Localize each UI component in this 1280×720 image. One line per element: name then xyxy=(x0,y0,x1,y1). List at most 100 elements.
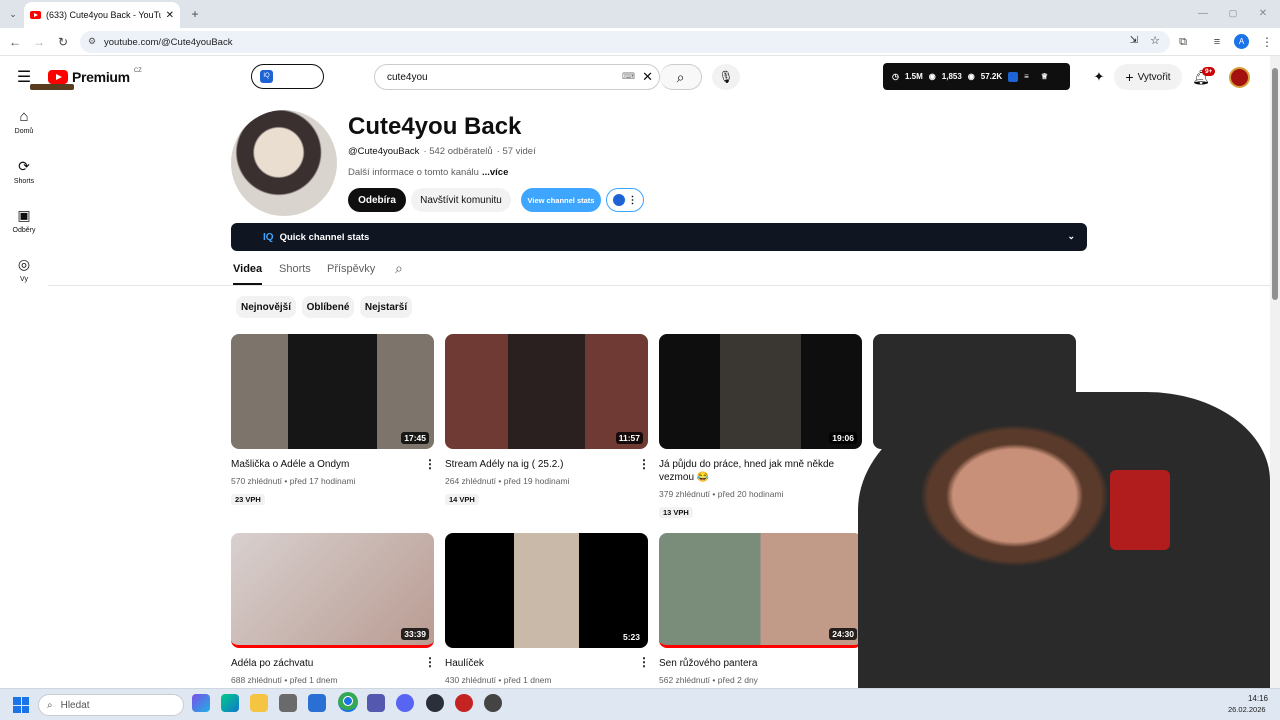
video-title[interactable]: Haulíček xyxy=(445,657,630,670)
filter-newest-chip[interactable]: Nejnovější xyxy=(236,296,296,318)
vidiq-stats-pill[interactable]: ◷ 1.5M ◉ 1,853 ◉ 57.2K ≡ ♕ xyxy=(883,63,1070,90)
address-bar[interactable]: ⚙ youtube.com/@Cute4youBack ⇲ ☆ xyxy=(80,31,1170,53)
stats-other: 57.2K xyxy=(980,72,1003,81)
vidiq-channel-menu-button[interactable]: ⋮ xyxy=(606,188,644,212)
video-card[interactable]: 11:57 Stream Adély na ig ( 25.2.) 264 zh… xyxy=(445,334,648,507)
browser-tab-active[interactable]: (633) Cute4you Back - YouTube ✕ xyxy=(24,2,180,28)
search-input[interactable]: cute4you ⌨ ✕ xyxy=(374,64,660,90)
store-icon[interactable] xyxy=(279,694,297,712)
vph-badge: 13 VPH xyxy=(659,507,693,518)
quick-channel-stats-bar[interactable]: IQ Quick channel stats ⌄ xyxy=(231,223,1087,251)
tab-posts[interactable]: Příspěvky xyxy=(327,263,375,275)
site-info-icon[interactable]: ⚙ xyxy=(88,36,96,47)
steam-icon[interactable] xyxy=(484,694,502,712)
video-menu-icon[interactable]: ⋮ xyxy=(424,655,436,669)
reload-icon[interactable]: ↻ xyxy=(56,35,70,49)
expand-chevron-icon[interactable]: ⌄ xyxy=(1067,231,1075,242)
windows-start-icon[interactable] xyxy=(13,697,29,713)
clock-icon: ◷ xyxy=(892,72,899,81)
sidebar-item-shorts[interactable]: ⟳ Shorts xyxy=(0,158,48,185)
video-title[interactable]: Já půjdu do práce, hned jak mně někde ve… xyxy=(659,458,844,484)
video-title[interactable]: Mašlička o Adéle a Ondym xyxy=(231,458,416,471)
maximize-icon[interactable]: ▢ xyxy=(1226,6,1240,20)
video-title[interactable]: Sen růžového pantera xyxy=(659,657,844,670)
app-red-icon[interactable] xyxy=(455,694,473,712)
new-tab-plus-icon[interactable]: + xyxy=(188,7,202,21)
voice-search-mic-icon[interactable]: 🎙 xyxy=(712,64,740,90)
tab-close-icon[interactable]: ✕ xyxy=(166,10,174,21)
tab-list-chevron-icon[interactable]: ⌄ xyxy=(6,7,20,21)
channel-video-count: · 57 videí xyxy=(496,146,536,157)
more-link[interactable]: ...více xyxy=(482,167,508,178)
copilot-icon[interactable] xyxy=(192,694,210,712)
youtube-logo[interactable]: Premium CZ xyxy=(48,68,142,85)
teams-icon[interactable] xyxy=(367,694,385,712)
chrome-browser-icon[interactable] xyxy=(338,692,358,712)
video-menu-icon[interactable]: ⋮ xyxy=(638,655,650,669)
sidebar-item-home[interactable]: ⌂ Domů xyxy=(0,108,48,135)
tab-shorts[interactable]: Shorts xyxy=(279,263,311,275)
channel-about-link[interactable]: Další informace o tomto kanálu ...více xyxy=(348,167,508,178)
back-arrow-icon[interactable]: ← xyxy=(8,35,22,49)
edge-browser-icon[interactable] xyxy=(221,694,239,712)
taskbar-clock[interactable]: 14:16 xyxy=(1240,694,1268,703)
search-button[interactable]: ⌕ xyxy=(660,64,702,90)
video-title[interactable]: Stream Adély na ig ( 25.2.) xyxy=(445,458,630,471)
create-button[interactable]: + Vytvořit xyxy=(1114,64,1182,90)
logo-region: CZ xyxy=(133,68,142,74)
video-age: před 17 hodinami xyxy=(289,476,356,486)
gemini-sparkle-icon[interactable]: ✦ xyxy=(1090,68,1108,86)
outlook-icon[interactable] xyxy=(308,694,326,712)
video-menu-icon[interactable]: ⋮ xyxy=(638,457,650,471)
profile-avatar[interactable]: A xyxy=(1234,34,1249,49)
video-card[interactable]: 33:39 Adéla po záchvatu 688 zhlédnutí • … xyxy=(231,533,434,685)
video-card[interactable]: 24:30 Sen růžového pantera 562 zhlédnutí… xyxy=(659,533,862,685)
video-thumbnail[interactable]: 17:45 xyxy=(231,334,434,449)
view-channel-stats-button[interactable]: View channel stats xyxy=(521,188,601,212)
file-explorer-icon[interactable] xyxy=(250,694,268,712)
video-card[interactable]: 5:23 Haulíček 430 zhlédnutí • před 1 dne… xyxy=(445,533,648,685)
extensions-icon[interactable]: ⧉ xyxy=(1176,35,1190,49)
clear-search-icon[interactable]: ✕ xyxy=(642,69,653,85)
page-scrollbar[interactable] xyxy=(1270,56,1280,688)
filter-popular-chip[interactable]: Oblíbené xyxy=(302,296,354,318)
vidiq-toggle-button[interactable]: IQ xyxy=(251,64,324,89)
hamburger-menu-icon[interactable]: ☰ xyxy=(16,69,32,86)
video-thumbnail[interactable]: 11:57 xyxy=(445,334,648,449)
video-title[interactable]: Adéla po záchvatu xyxy=(231,657,416,670)
discord-icon[interactable] xyxy=(396,694,414,712)
video-thumbnail[interactable]: 33:39 xyxy=(231,533,434,648)
browser-menu-icon[interactable]: ⋮ xyxy=(1260,35,1274,49)
video-age: před 1 dnem xyxy=(503,675,552,685)
app-w-icon[interactable] xyxy=(426,694,444,712)
channel-meta: @Cute4youBack · 542 odběratelů · 57 vide… xyxy=(348,146,536,157)
stats-subs: 1,853 xyxy=(941,72,962,81)
scrollbar-thumb[interactable] xyxy=(1272,68,1278,300)
user-avatar[interactable] xyxy=(1229,67,1250,88)
window-close-icon[interactable]: ✕ xyxy=(1256,6,1270,20)
video-card[interactable]: 19:06 Já půjdu do práce, hned jak mně ně… xyxy=(659,334,862,520)
taskbar-date[interactable]: 26.02.2026 xyxy=(1228,705,1266,714)
subscribe-button[interactable]: Odebíra xyxy=(348,188,406,212)
video-menu-icon[interactable]: ⋮ xyxy=(424,457,436,471)
sidebar-item-subscriptions[interactable]: ▣ Odběry xyxy=(0,207,48,234)
channel-avatar[interactable] xyxy=(231,110,337,216)
tab-videos[interactable]: Videa xyxy=(233,263,263,285)
video-card[interactable]: 17:45 Mašlička o Adéle a Ondym 570 zhléd… xyxy=(231,334,434,507)
bookmark-star-icon[interactable]: ☆ xyxy=(1150,34,1160,47)
taskbar-search-box[interactable]: ⌕ Hledat xyxy=(38,694,184,716)
vph-badge: 23 VPH xyxy=(231,494,265,505)
filter-oldest-chip[interactable]: Nejstarší xyxy=(360,296,412,318)
visit-community-button[interactable]: Navštívit komunitu xyxy=(411,188,511,212)
reading-list-icon[interactable]: ≡ xyxy=(1210,35,1224,49)
video-thumbnail[interactable]: 24:30 xyxy=(659,533,862,648)
video-thumbnail[interactable]: 19:06 xyxy=(659,334,862,449)
keyboard-icon[interactable]: ⌨ xyxy=(622,71,635,82)
install-app-icon[interactable]: ⇲ xyxy=(1130,35,1138,46)
minimize-icon[interactable]: — xyxy=(1196,6,1210,20)
channel-search-icon[interactable]: ⌕ xyxy=(395,260,403,277)
video-thumbnail[interactable]: 5:23 xyxy=(445,533,648,648)
sidebar-item-you[interactable]: ◎ Vy xyxy=(0,256,48,283)
forward-arrow-icon[interactable]: → xyxy=(32,35,46,49)
vidiq-logo-icon: IQ xyxy=(263,231,274,243)
